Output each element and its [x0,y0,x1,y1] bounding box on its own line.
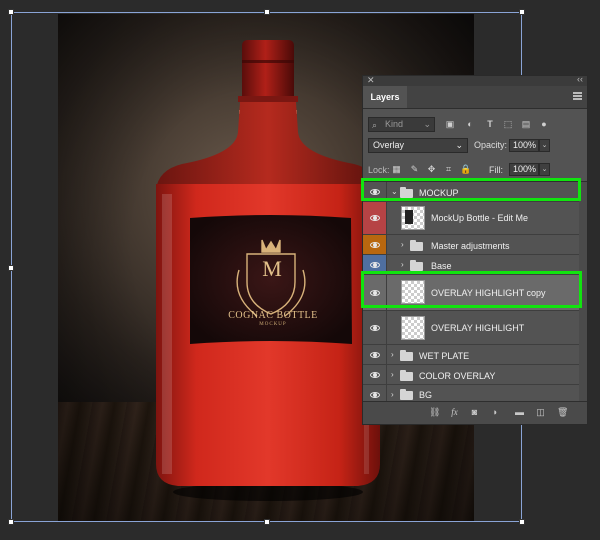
opacity-field[interactable]: 100% [509,139,539,152]
opacity-dropdown-icon[interactable]: ⌄ [539,139,550,152]
filter-toggle-icon[interactable]: ● [538,118,550,130]
folder-icon [400,187,413,198]
layers-panel: ✕ ‹‹ Layers ⌕ Kind ⌄ ▣ ◐ T ⬚ ▤ ● Overlay… [362,74,588,425]
chevron-right-icon[interactable]: › [391,390,394,399]
tab-layers[interactable]: Layers [363,86,407,108]
fill-field[interactable]: 100% [509,163,539,176]
new-layer-icon[interactable]: ◫ [535,407,546,418]
chevron-right-icon[interactable]: › [401,260,404,269]
layer-thumbnail [401,280,425,304]
link-layers-icon[interactable]: ⛓ [429,407,440,418]
layer-row-base[interactable]: › Base [363,255,587,275]
shape-filter-icon[interactable]: ⬚ [502,118,514,130]
layer-row-overlay-highlight-copy[interactable]: OVERLAY HIGHLIGHT copy [363,275,587,311]
fx-icon[interactable]: fx [449,407,460,418]
new-adjustment-icon[interactable]: ◑ [489,407,500,418]
lock-image-icon[interactable]: ✎ [409,164,420,175]
layer-name: MockUp Bottle - Edit Me [431,213,529,223]
smartobject-filter-icon[interactable]: ▤ [520,118,532,130]
visibility-eye-icon[interactable] [363,365,387,384]
label-brand-text: COGNAC BOTTLE [228,310,318,321]
label-sub-text: MOCKUP [259,322,287,327]
layer-row-mockup-bottle[interactable]: MockUp Bottle - Edit Me [363,202,587,235]
chevron-right-icon[interactable]: › [391,350,394,359]
lock-position-icon[interactable]: ✥ [426,164,437,175]
image-filter-icon[interactable]: ▣ [444,118,456,130]
panel-title-strip: ✕ ‹‹ [363,74,587,86]
chevron-down-icon: ⌄ [423,119,431,129]
visibility-eye-icon[interactable] [363,275,387,310]
layer-name: MOCKUP [419,188,459,198]
visibility-eye-icon[interactable] [363,345,387,364]
layer-row-color-overlay[interactable]: › COLOR OVERLAY [363,365,587,385]
layer-thumbnail [401,316,425,340]
layers-list: ⌄ MOCKUP MockUp Bottle - Edit Me › Maste… [363,181,587,404]
filter-kind-label: Kind [385,119,404,129]
layers-scrollbar[interactable] [579,182,587,404]
blend-mode-value: Overlay [373,140,405,150]
layer-name: Master adjustments [431,241,510,251]
close-panel-icon[interactable]: ✕ [367,75,375,86]
add-mask-icon[interactable]: ◙ [469,407,480,418]
fill-dropdown-icon[interactable]: ⌄ [539,163,550,176]
filter-kind-select[interactable]: ⌕ Kind ⌄ [368,117,435,132]
chevron-down-icon[interactable]: ⌄ [391,187,398,196]
layer-row-wet-plate[interactable]: › WET PLATE [363,345,587,365]
lock-label: Lock: [368,165,390,175]
visibility-eye-icon[interactable] [363,202,387,234]
new-group-icon[interactable]: ▬ [514,407,525,418]
blend-mode-select[interactable]: Overlay ⌄ [368,138,468,153]
layer-name: BG [419,390,433,400]
visibility-eye-icon[interactable] [363,235,387,254]
folder-icon [410,240,423,251]
layer-row-master-adjustments[interactable]: › Master adjustments [363,235,587,255]
panel-footer: ⛓ fx ◙ ◑ ▬ ◫ 🗑 [363,401,587,424]
chevron-down-icon: ⌄ [455,140,463,150]
layer-row-overlay-highlight[interactable]: OVERLAY HIGHLIGHT [363,311,587,345]
folder-icon [410,260,423,271]
chevron-right-icon[interactable]: › [401,240,404,249]
lock-transparent-icon[interactable]: ▦ [391,164,402,175]
folder-icon [400,350,413,361]
folder-icon [400,389,413,400]
lock-all-icon[interactable]: 🔒 [460,164,471,175]
opacity-label: Opacity: [474,140,508,150]
visibility-eye-icon[interactable] [363,311,387,344]
adjustment-filter-icon[interactable]: ◐ [464,118,476,130]
search-icon: ⌕ [372,120,378,130]
fill-label: Fill: [489,165,503,175]
lock-artboard-icon[interactable]: ⌗ [443,164,454,175]
folder-icon [400,370,413,381]
panel-menu-icon[interactable] [573,92,582,100]
visibility-eye-icon[interactable] [363,182,387,201]
delete-layer-icon[interactable]: 🗑 [557,407,568,418]
layer-name: COLOR OVERLAY [419,371,496,381]
panel-tab-bar: Layers [363,86,587,109]
layer-row-mockup[interactable]: ⌄ MOCKUP [363,182,587,202]
layer-name: WET PLATE [419,351,470,361]
label-monogram: M [262,256,282,281]
layer-name: OVERLAY HIGHLIGHT copy [431,288,546,298]
collapse-panel-icon[interactable]: ‹‹ [577,74,583,84]
visibility-eye-icon[interactable] [363,255,387,274]
smart-object-thumbnail [401,206,425,230]
layer-name: Base [431,261,452,271]
type-filter-icon[interactable]: T [484,118,496,130]
chevron-right-icon[interactable]: › [391,370,394,379]
layer-name: OVERLAY HIGHLIGHT [431,323,525,333]
